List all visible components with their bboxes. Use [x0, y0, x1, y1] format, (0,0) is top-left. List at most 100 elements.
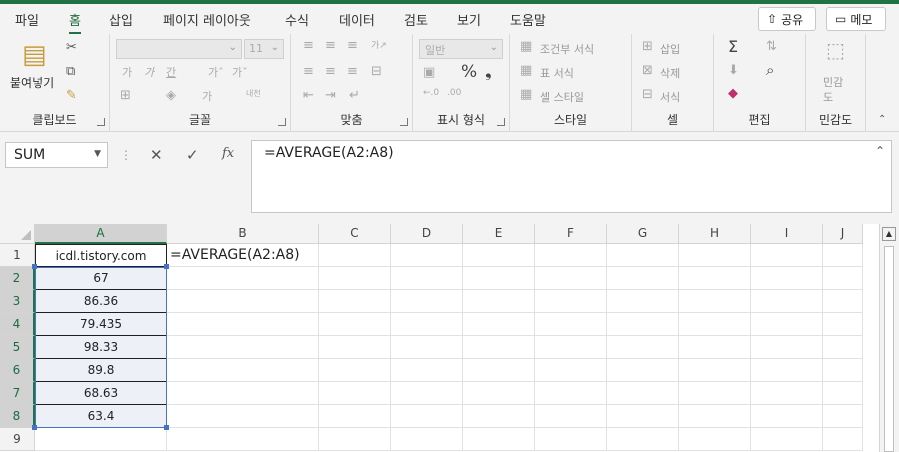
comma-icon[interactable]: ❟ — [485, 62, 492, 82]
vertical-scrollbar[interactable]: ▲ — [879, 224, 899, 452]
tab-file[interactable]: 파일 — [15, 10, 39, 29]
cell-c9[interactable] — [319, 428, 391, 451]
cell-j1[interactable] — [823, 244, 863, 267]
cell-b1[interactable]: =AVERAGE(A2:A8) — [167, 244, 319, 267]
insert-function-icon[interactable]: fx — [222, 146, 234, 161]
conditional-format-button[interactable]: 조건부 서식 — [540, 41, 594, 57]
shrink-font-icon[interactable]: 가ˇ — [232, 64, 248, 80]
cell-a6[interactable]: 89.8 — [35, 359, 167, 382]
cell-f1[interactable] — [535, 244, 607, 267]
align-middle-icon[interactable]: ≡ — [325, 38, 336, 53]
chevron-up-icon[interactable]: ⌃ — [875, 144, 885, 158]
cell-j8[interactable] — [823, 405, 863, 428]
cell-b6[interactable] — [167, 359, 319, 382]
cell-h8[interactable] — [679, 405, 751, 428]
cell-g4[interactable] — [607, 313, 679, 336]
cell-d8[interactable] — [391, 405, 463, 428]
scroll-up-icon[interactable]: ▲ — [882, 227, 896, 241]
cell-a3[interactable]: 86.36 — [35, 290, 167, 313]
cell-c4[interactable] — [319, 313, 391, 336]
cell-e7[interactable] — [463, 382, 535, 405]
cell-a8[interactable]: 63.4 — [35, 405, 167, 428]
cell-c3[interactable] — [319, 290, 391, 313]
cell-c5[interactable] — [319, 336, 391, 359]
cell-j2[interactable] — [823, 267, 863, 290]
cell-i9[interactable] — [751, 428, 823, 451]
font-color-icon[interactable]: 가 — [202, 88, 212, 104]
row-header-4[interactable]: 4 — [0, 313, 35, 336]
cell-c8[interactable] — [319, 405, 391, 428]
cell-d2[interactable] — [391, 267, 463, 290]
cell-g7[interactable] — [607, 382, 679, 405]
range-handle[interactable] — [32, 425, 37, 430]
align-left-icon[interactable]: ≡ — [303, 64, 314, 79]
number-format-combo[interactable]: 일반 ⌄ — [419, 39, 503, 59]
cell-a2[interactable]: 67 — [35, 267, 167, 290]
cell-e4[interactable] — [463, 313, 535, 336]
cell-f4[interactable] — [535, 313, 607, 336]
cell-f8[interactable] — [535, 405, 607, 428]
cell-h3[interactable] — [679, 290, 751, 313]
increase-decimal-icon[interactable]: ←.0 — [423, 88, 439, 98]
sort-filter-icon[interactable]: ⇅ — [766, 39, 777, 54]
fill-color-icon[interactable]: ◈ — [166, 88, 176, 103]
cell-i3[interactable] — [751, 290, 823, 313]
format-painter-icon[interactable]: ✎ — [66, 88, 77, 103]
tab-review[interactable]: 검토 — [404, 10, 428, 29]
range-handle[interactable] — [32, 264, 37, 269]
cell-j4[interactable] — [823, 313, 863, 336]
font-size-combo[interactable]: 11 ⌄ — [244, 39, 284, 59]
cell-i2[interactable] — [751, 267, 823, 290]
row-header-9[interactable]: 9 — [0, 428, 35, 451]
percent-icon[interactable]: % — [461, 62, 477, 82]
tab-help[interactable]: 도움말 — [510, 10, 546, 29]
cell-i8[interactable] — [751, 405, 823, 428]
sensitivity-button[interactable]: 민감 — [823, 74, 843, 90]
bold-icon[interactable]: 가 — [122, 64, 132, 80]
name-box[interactable]: SUM ▼ — [5, 142, 108, 168]
column-header-f[interactable]: F — [535, 224, 607, 244]
align-right-icon[interactable]: ≡ — [347, 64, 358, 79]
cell-e5[interactable] — [463, 336, 535, 359]
font-launcher[interactable] — [278, 118, 286, 126]
cell-style-button[interactable]: 셀 스타일 — [540, 89, 584, 105]
cell-g3[interactable] — [607, 290, 679, 313]
cell-d3[interactable] — [391, 290, 463, 313]
cell-i4[interactable] — [751, 313, 823, 336]
cell-b5[interactable] — [167, 336, 319, 359]
formula-input[interactable]: =AVERAGE(A2:A8) ⌃ — [251, 140, 892, 213]
align-bottom-icon[interactable]: ≡ — [347, 38, 358, 53]
cell-b9[interactable] — [167, 428, 319, 451]
range-handle[interactable] — [164, 264, 169, 269]
tab-formulas[interactable]: 수식 — [285, 10, 309, 29]
copy-icon[interactable]: ⧉ — [66, 64, 75, 79]
cell-f5[interactable] — [535, 336, 607, 359]
tab-page-layout[interactable]: 페이지 레이아웃 — [163, 10, 251, 29]
cell-c7[interactable] — [319, 382, 391, 405]
cancel-icon[interactable]: ✕ — [150, 146, 163, 164]
cell-a5[interactable]: 98.33 — [35, 336, 167, 359]
cell-d4[interactable] — [391, 313, 463, 336]
decrease-decimal-icon[interactable]: .00 — [447, 88, 461, 98]
collapse-ribbon-icon[interactable]: ⌃ — [878, 114, 886, 125]
cell-j5[interactable] — [823, 336, 863, 359]
row-header-3[interactable]: 3 — [0, 290, 35, 313]
border-icon[interactable]: ⊞ — [120, 88, 131, 103]
insert-cells-button[interactable]: 삽입 — [660, 41, 680, 57]
cut-icon[interactable]: ✂ — [66, 40, 77, 55]
cell-f7[interactable] — [535, 382, 607, 405]
decrease-indent-icon[interactable]: ⇤ — [303, 88, 314, 103]
autosum-icon[interactable]: Σ — [728, 37, 738, 56]
cell-g5[interactable] — [607, 336, 679, 359]
cell-b2[interactable] — [167, 267, 319, 290]
cell-f2[interactable] — [535, 267, 607, 290]
column-header-e[interactable]: E — [463, 224, 535, 244]
wrap-text-icon[interactable]: ↵ — [349, 88, 360, 103]
clear-icon[interactable]: ◆ — [728, 86, 738, 101]
cell-a1[interactable]: icdl.tistory.com — [35, 244, 167, 267]
column-header-j[interactable]: J — [823, 224, 863, 244]
cell-e8[interactable] — [463, 405, 535, 428]
cell-d1[interactable] — [391, 244, 463, 267]
cell-e3[interactable] — [463, 290, 535, 313]
underline-icon[interactable]: 간 — [166, 64, 176, 80]
